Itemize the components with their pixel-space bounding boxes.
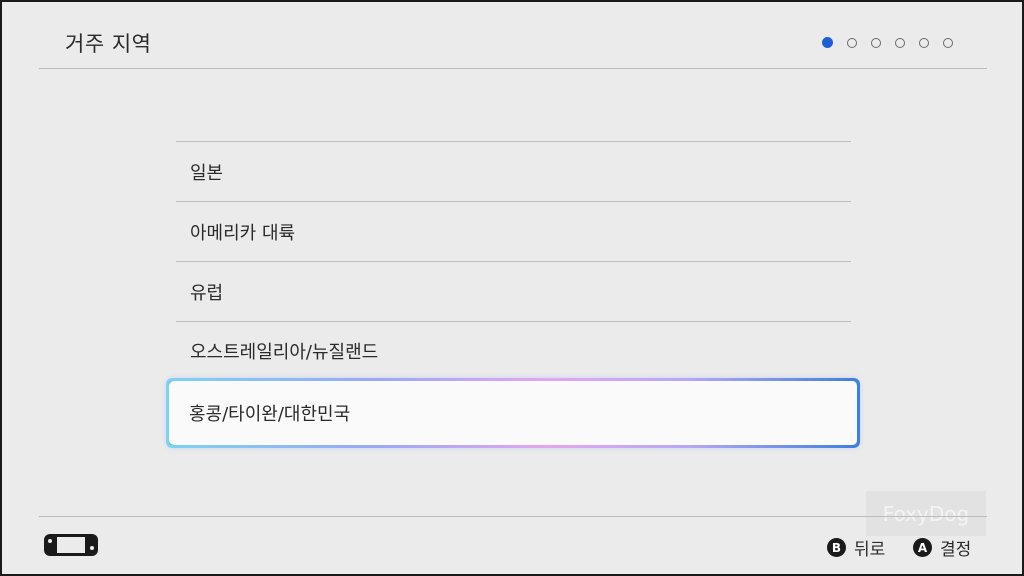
region-item-label: 일본 — [190, 162, 224, 184]
back-hint[interactable]: B 뒤로 — [827, 535, 885, 560]
console-icon — [42, 532, 100, 558]
page-title: 거주 지역 — [65, 32, 152, 56]
header-divider — [39, 68, 987, 69]
region-item-label: 유럽 — [190, 282, 224, 304]
region-setup-screen: 거주 지역 일본 아메리카 대륙 유럽 오스트레일리아/뉴질랜드 홍콩/타이완/… — [0, 0, 1024, 576]
confirm-hint[interactable]: A 결정 — [913, 535, 971, 560]
region-item-label: 홍콩/타이완/대한민국 — [189, 404, 351, 425]
watermark: FoxyDog — [866, 491, 986, 536]
footer-divider — [39, 516, 987, 517]
region-item-label: 오스트레일리아/뉴질랜드 — [190, 342, 379, 363]
region-item-europe[interactable]: 유럽 — [176, 261, 851, 321]
a-button-icon: A — [913, 538, 932, 557]
step-dot-4 — [895, 37, 905, 48]
confirm-label: 결정 — [940, 540, 972, 560]
step-indicator — [822, 37, 953, 48]
b-button-icon: B — [827, 538, 846, 557]
step-dot-1 — [822, 37, 833, 48]
region-item-label: 아메리카 대륙 — [190, 222, 296, 244]
step-dot-3 — [871, 37, 881, 48]
region-item-japan[interactable]: 일본 — [176, 141, 851, 201]
step-dot-5 — [919, 37, 929, 48]
region-list: 일본 아메리카 대륙 유럽 오스트레일리아/뉴질랜드 홍콩/타이완/대한민국 — [169, 141, 857, 445]
step-dot-6 — [943, 37, 953, 48]
back-label: 뒤로 — [854, 540, 886, 560]
region-item-americas[interactable]: 아메리카 대륙 — [176, 201, 851, 261]
step-dot-2 — [847, 37, 857, 48]
region-item-hk-tw-kr[interactable]: 홍콩/타이완/대한민국 — [169, 381, 857, 445]
region-item-australia-nz[interactable]: 오스트레일리아/뉴질랜드 — [176, 321, 851, 381]
